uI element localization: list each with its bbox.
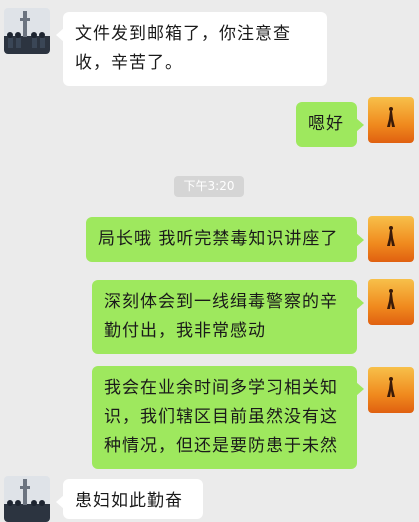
message-bubble[interactable]: 文件发到邮箱了，你注意查收，辛苦了。 <box>56 12 327 86</box>
message-text: 深刻体会到一线缉毒警察的辛勤付出，我非常感动 <box>104 292 338 341</box>
message-text: 局长哦 我听完禁毒知识讲座了 <box>98 229 339 249</box>
message-text: 我会在业余时间多学习相关知识，我们辖区目前虽然没有这种情况，但还是要防患于未然 <box>104 378 338 456</box>
self-avatar-icon[interactable] <box>368 216 414 262</box>
message-text: 患妇如此勤奋 <box>75 491 183 511</box>
self-avatar-icon[interactable] <box>368 97 414 143</box>
message-bubble[interactable]: 我会在业余时间多学习相关知识，我们辖区目前虽然没有这种情况，但还是要防患于未然 <box>92 366 364 469</box>
contact-avatar-icon[interactable] <box>4 476 50 522</box>
contact-avatar-icon[interactable] <box>4 8 50 54</box>
message-bubble[interactable]: 深刻体会到一线缉毒警察的辛勤付出，我非常感动 <box>92 280 364 354</box>
message-text: 嗯好 <box>308 114 344 134</box>
message-text: 文件发到邮箱了，你注意查收，辛苦了。 <box>75 24 291 73</box>
timestamp-badge: 下午3:20 <box>174 176 244 197</box>
message-bubble[interactable]: 局长哦 我听完禁毒知识讲座了 <box>86 217 364 262</box>
message-bubble[interactable]: 患妇如此勤奋 <box>56 479 203 519</box>
message-bubble[interactable]: 嗯好 <box>296 102 364 147</box>
self-avatar-icon[interactable] <box>368 279 414 325</box>
self-avatar-icon[interactable] <box>368 367 414 413</box>
